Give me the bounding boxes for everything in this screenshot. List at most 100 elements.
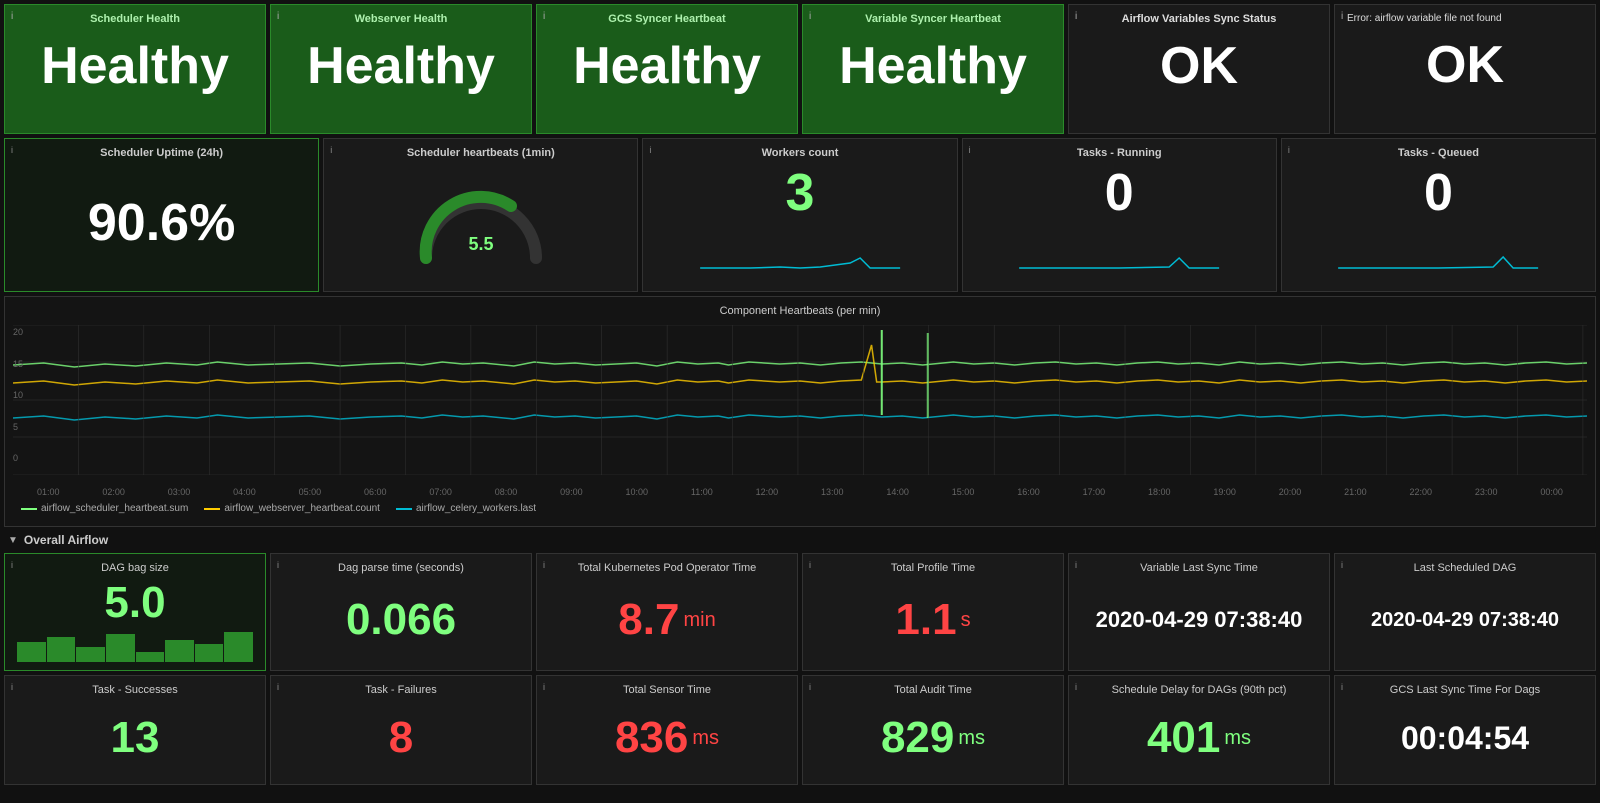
info-icon-heartbeats: i: [330, 145, 332, 155]
webserver-health-card: i Webserver Health Healthy: [270, 4, 532, 134]
total-profile-time-card: i Total Profile Time 1.1s: [802, 553, 1064, 671]
airflow-variables-sync-card: i Airflow Variables Sync Status OK: [1068, 4, 1330, 134]
schedule-delay-value: 401ms: [1081, 700, 1317, 776]
mini-bar-4: [106, 634, 135, 662]
variable-syncer-value: Healthy: [815, 35, 1051, 97]
y-label-15: 15: [13, 359, 37, 369]
overall-row-1: i DAG bag size 5.0 i Dag parse time (sec…: [4, 553, 1596, 671]
heartbeats-chart-panel: Component Heartbeats (per min) 20 15 10 …: [4, 296, 1596, 527]
variable-last-sync-card: i Variable Last Sync Time 2020-04-29 07:…: [1068, 553, 1330, 671]
info-icon-tasks-queued: i: [1288, 145, 1290, 155]
info-icon-error: i: [1341, 11, 1343, 22]
tasks-running-value: 0: [975, 163, 1264, 223]
last-scheduled-dag-card: i Last Scheduled DAG 2020-04-29 07:38:40: [1334, 553, 1596, 671]
info-icon-var-sync: i: [1075, 560, 1077, 570]
k8s-pod-time-card: i Total Kubernetes Pod Operator Time 8.7…: [536, 553, 798, 671]
x-label-03: 03:00: [168, 487, 191, 497]
tasks-queued-sparkline-svg: [1308, 253, 1568, 283]
mini-bar-5: [136, 652, 165, 662]
legend-label-scheduler: airflow_scheduler_heartbeat.sum: [41, 503, 188, 514]
last-scheduled-dag-title: Last Scheduled DAG: [1347, 562, 1583, 574]
task-successes-card: i Task - Successes 13: [4, 675, 266, 785]
legend-webserver: airflow_webserver_heartbeat.count: [204, 503, 380, 514]
info-icon-airflow-sync: i: [1075, 11, 1077, 22]
total-sensor-time-card: i Total Sensor Time 836ms: [536, 675, 798, 785]
chart-y-labels: 20 15 10 5 0: [13, 325, 37, 465]
k8s-pod-time-unit: min: [683, 609, 715, 632]
info-icon-scheduler: i: [11, 11, 13, 22]
info-icon-gcs-sync: i: [1341, 682, 1343, 692]
error-card: i Error: airflow variable file not found…: [1334, 4, 1596, 134]
total-audit-time-title: Total Audit Time: [815, 684, 1051, 696]
tasks-running-sparkline: [975, 223, 1264, 283]
x-label-05: 05:00: [299, 487, 322, 497]
info-icon-k8s: i: [543, 560, 545, 570]
scheduler-heartbeats-card: i Scheduler heartbeats (1min) 5.5: [323, 138, 638, 292]
main-chart-svg: [13, 325, 1587, 475]
chart-area: 20 15 10 5 0: [13, 325, 1587, 485]
x-label-04: 04:00: [233, 487, 256, 497]
tasks-running-title: Tasks - Running: [975, 147, 1264, 159]
x-label-08: 08:00: [495, 487, 518, 497]
info-icon-dag-bag: i: [11, 560, 13, 570]
mini-bar-6: [165, 640, 194, 662]
legend-color-celery: [396, 508, 412, 510]
workers-sparkline: [655, 223, 944, 283]
info-icon-variable-syncer: i: [809, 11, 811, 22]
mini-bar-8: [224, 632, 253, 662]
variable-last-sync-title: Variable Last Sync Time: [1081, 562, 1317, 574]
scheduler-health-title: Scheduler Health: [17, 13, 253, 25]
gcs-last-sync-card: i GCS Last Sync Time For Dags 00:04:54: [1334, 675, 1596, 785]
audit-time-unit: ms: [958, 727, 985, 750]
scheduler-health-value: Healthy: [17, 35, 253, 97]
gcs-last-sync-title: GCS Last Sync Time For Dags: [1347, 684, 1583, 696]
mini-bar-1: [17, 642, 46, 662]
task-failures-value: 8: [283, 700, 519, 776]
workers-count-title: Workers count: [655, 147, 944, 159]
x-label-23: 23:00: [1475, 487, 1498, 497]
total-profile-time-unit: s: [961, 609, 971, 632]
scheduler-uptime-card: i Scheduler Uptime (24h) 90.6%: [4, 138, 319, 292]
gcs-last-sync-value: 00:04:54: [1347, 700, 1583, 776]
dag-parse-time-title: Dag parse time (seconds): [283, 562, 519, 574]
sensor-time-unit: ms: [692, 727, 719, 750]
x-label-00: 00:00: [1540, 487, 1563, 497]
legend-label-webserver: airflow_webserver_heartbeat.count: [224, 503, 380, 514]
x-label-21: 21:00: [1344, 487, 1367, 497]
info-icon-workers: i: [649, 145, 651, 155]
webserver-health-value: Healthy: [283, 35, 519, 97]
dag-bag-size-card: i DAG bag size 5.0: [4, 553, 266, 671]
chart-legend: airflow_scheduler_heartbeat.sum airflow_…: [13, 499, 1587, 518]
workers-sparkline-svg: [670, 253, 930, 283]
legend-label-celery: airflow_celery_workers.last: [416, 503, 536, 514]
x-label-10: 10:00: [626, 487, 649, 497]
airflow-variables-sync-value: OK: [1081, 35, 1317, 97]
mini-bar-7: [195, 644, 224, 662]
workers-count-card: i Workers count 3: [642, 138, 957, 292]
info-icon-webserver: i: [277, 11, 279, 22]
x-label-06: 06:00: [364, 487, 387, 497]
x-label-11: 11:00: [691, 487, 713, 497]
gcs-syncer-title: GCS Syncer Heartbeat: [549, 13, 785, 25]
mini-bar-3: [76, 647, 105, 662]
tasks-running-card: i Tasks - Running 0: [962, 138, 1277, 292]
total-sensor-time-value: 836ms: [549, 700, 785, 776]
variable-syncer-title: Variable Syncer Heartbeat: [815, 13, 1051, 25]
info-icon-audit-time: i: [809, 682, 811, 692]
legend-color-scheduler: [21, 508, 37, 510]
metrics-row: i Scheduler Uptime (24h) 90.6% i Schedul…: [4, 138, 1596, 292]
scheduler-heartbeats-title: Scheduler heartbeats (1min): [336, 147, 625, 159]
variable-last-sync-value: 2020-04-29 07:38:40: [1081, 578, 1317, 662]
info-icon-task-success: i: [11, 682, 13, 692]
legend-celery: airflow_celery_workers.last: [396, 503, 536, 514]
y-label-5: 5: [13, 422, 37, 432]
chart-title: Component Heartbeats (per min): [13, 305, 1587, 317]
x-label-12: 12:00: [756, 487, 779, 497]
dashboard: i Scheduler Health Healthy i Webserver H…: [0, 0, 1600, 803]
x-label-19: 19:00: [1213, 487, 1236, 497]
x-label-17: 17:00: [1083, 487, 1106, 497]
last-scheduled-dag-value: 2020-04-29 07:38:40: [1347, 578, 1583, 662]
x-label-18: 18:00: [1148, 487, 1171, 497]
error-card-title: Error: airflow variable file not found: [1347, 13, 1583, 24]
x-label-20: 20:00: [1279, 487, 1302, 497]
